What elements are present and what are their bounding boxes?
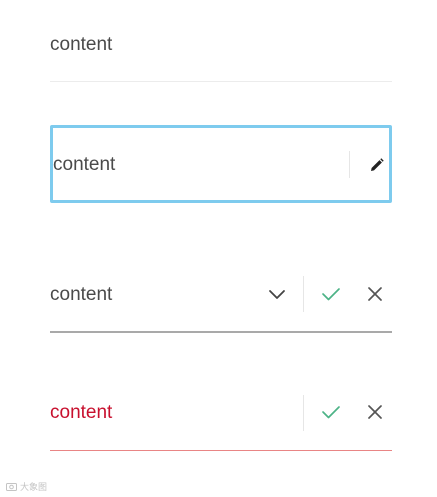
field-value: content — [53, 154, 116, 175]
edit-button[interactable] — [366, 154, 388, 176]
cancel-button[interactable] — [363, 400, 387, 424]
divider — [303, 395, 304, 431]
confirm-button[interactable] — [319, 282, 343, 306]
chevron-down-icon — [269, 290, 285, 299]
check-icon — [322, 288, 340, 301]
divider — [303, 276, 304, 312]
close-icon — [368, 405, 382, 419]
text-field-focused[interactable]: content — [50, 125, 392, 203]
close-icon — [368, 287, 382, 301]
text-field-dropdown[interactable]: content — [50, 270, 392, 333]
text-field-readonly[interactable]: content — [50, 24, 392, 82]
check-icon — [322, 406, 340, 419]
divider — [349, 151, 350, 178]
field-value: content — [50, 34, 113, 55]
camera-icon — [6, 483, 17, 491]
watermark: 大象图 — [6, 480, 47, 493]
field-value: content — [50, 284, 113, 305]
edit-icon — [371, 158, 384, 171]
field-value-error: content — [50, 402, 113, 423]
watermark-text: 大象图 — [20, 483, 48, 493]
dropdown-button[interactable] — [265, 282, 289, 306]
cancel-button[interactable] — [363, 282, 387, 306]
text-field-error[interactable]: content — [50, 390, 392, 451]
confirm-button[interactable] — [319, 400, 343, 424]
